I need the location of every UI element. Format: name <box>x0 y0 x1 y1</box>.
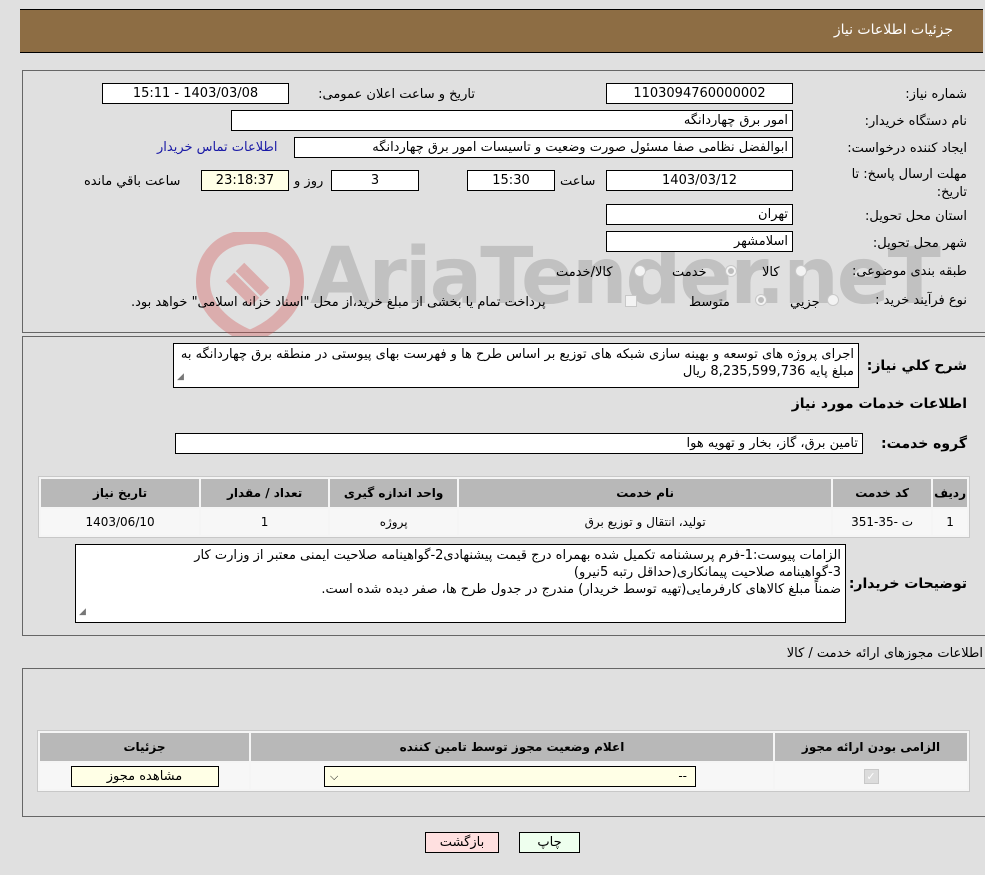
table-row: ✓ -- ⌵ مشاهده مجوز <box>40 763 967 789</box>
treasury-note: پرداخت تمام یا بخشی از مبلغ خرید،از محل … <box>131 295 546 310</box>
category-option-service: خدمت <box>672 265 707 280</box>
days-remaining-field: 3 <box>331 170 419 191</box>
category-option-goods: کالا <box>762 265 780 280</box>
services-table-header: ردیف کد خدمت نام خدمت واحد اندازه گیری ت… <box>41 479 967 507</box>
back-button[interactable]: بازگشت <box>425 832 499 853</box>
col-permit-required: الزامی بودن ارائه مجوز <box>775 733 967 761</box>
buyer-notes-textarea[interactable]: الزامات پیوست:1-فرم پرسشنامه تکمیل شده ب… <box>75 544 846 623</box>
category-label: طبقه بندی موضوعی: <box>851 264 967 279</box>
permits-table-header: الزامی بودن ارائه مجوز اعلام وضعیت مجوز … <box>40 733 967 761</box>
deadline-time-label: ساعت <box>560 174 596 189</box>
cell-quantity: 1 <box>201 509 329 535</box>
purchase-option-medium: متوسط <box>689 295 730 310</box>
buyer-notes-label: توضیحات خریدار: <box>848 576 967 592</box>
time-remaining-field: 23:18:37 <box>201 170 289 191</box>
chevron-down-icon: ⌵ <box>330 769 339 783</box>
category-radio-goods[interactable] <box>795 265 807 277</box>
page-header: جزئیات اطلاعات نیاز <box>20 9 983 53</box>
description-label: شرح کلي نیاز: <box>866 358 967 374</box>
view-permit-button[interactable]: مشاهده مجوز <box>70 765 219 787</box>
need-number-field: 1103094760000002 <box>606 83 793 104</box>
buyer-org-field: امور برق چهاردانگه <box>231 110 793 131</box>
deadline-date-field: 1403/03/12 <box>606 170 793 191</box>
col-service-code: کد خدمت <box>833 479 932 507</box>
col-service-name: نام خدمت <box>459 479 832 507</box>
requester-label: ایجاد کننده درخواست: <box>847 141 967 156</box>
buyer-notes-line-3: ضمناً مبلغ کالاهای کارفرمایی(تهیه توسط خ… <box>321 582 841 597</box>
purchase-type-label: نوع فرآیند خرید : <box>875 293 967 308</box>
permit-status-value: -- <box>678 768 687 783</box>
col-unit: واحد اندازه گیری <box>330 479 458 507</box>
services-table: ردیف کد خدمت نام خدمت واحد اندازه گیری ت… <box>38 476 970 538</box>
cell-service-code: ت -35-351 <box>833 509 932 535</box>
buyer-org-label: نام دستگاه خریدار: <box>864 114 967 129</box>
description-text: اجرای پروژه های توسعه و بهینه سازی شبکه … <box>180 347 854 379</box>
services-section-title: اطلاعات خدمات مورد نیاز <box>791 396 967 412</box>
time-remaining-label: ساعت باقي مانده <box>84 174 181 189</box>
cell-permit-required: ✓ <box>775 763 967 789</box>
city-label: شهر محل تحویل: <box>872 236 967 251</box>
buyer-notes-line-1: الزامات پیوست:1-فرم پرسشنامه تکمیل شده ب… <box>194 548 841 563</box>
cell-permit-details: مشاهده مجوز <box>40 763 249 789</box>
service-group-field: تامین برق، گاز، بخار و تهویه هوا <box>175 433 863 454</box>
permit-status-select[interactable]: -- ⌵ <box>324 765 696 787</box>
permits-section-title: اطلاعات مجوزهای ارائه خدمت / کالا <box>786 646 983 661</box>
deadline-time-field: 15:30 <box>467 170 555 191</box>
purchase-option-minor: جزيي <box>790 295 820 310</box>
resize-grip-icon[interactable]: ◢ <box>79 604 86 621</box>
purchase-radio-medium[interactable] <box>755 294 767 306</box>
category-option-goods-service: کالا/خدمت <box>556 265 613 280</box>
buyer-notes-line-2: 3-گواهینامه صلاحیت پیمانکاری(حداقل رتبه … <box>573 565 841 580</box>
page-title: جزئیات اطلاعات نیاز <box>833 22 953 38</box>
purchase-radio-minor[interactable] <box>827 294 839 306</box>
province-field: تهران <box>606 204 793 225</box>
category-radio-goods-service[interactable] <box>634 265 646 277</box>
requester-field: ابوالفضل نظامی صفا مسئول صورت وضعیت و تا… <box>294 137 793 158</box>
cell-service-name: تولید، انتقال و توزیع برق <box>459 509 832 535</box>
service-group-label: گروه خدمت: <box>881 436 967 452</box>
permits-table: الزامی بودن ارائه مجوز اعلام وضعیت مجوز … <box>37 730 970 792</box>
category-radio-service[interactable] <box>725 265 737 277</box>
cell-permit-status: -- ⌵ <box>251 763 773 789</box>
deadline-label: مهلت ارسال پاسخ: تا تاریخ: <box>851 167 967 200</box>
cell-row: 1 <box>933 509 967 535</box>
col-permit-details: جزئیات <box>40 733 249 761</box>
col-quantity: تعداد / مقدار <box>201 479 329 507</box>
permit-required-checkbox[interactable]: ✓ <box>863 768 879 784</box>
announce-datetime-label: تاریخ و ساعت اعلان عمومی: <box>318 87 475 102</box>
table-row: 1 ت -35-351 تولید، انتقال و توزیع برق پر… <box>41 509 967 535</box>
city-field: اسلامشهر <box>606 231 793 252</box>
print-button[interactable]: چاپ <box>519 832 580 853</box>
col-row: ردیف <box>933 479 967 507</box>
treasury-checkbox[interactable] <box>625 295 637 307</box>
cell-need-date: 1403/06/10 <box>41 509 200 535</box>
announce-datetime-field: 1403/03/08 - 15:11 <box>102 83 289 104</box>
col-need-date: تاریخ نیاز <box>41 479 200 507</box>
province-label: استان محل تحویل: <box>865 209 967 224</box>
cell-unit: پروژه <box>330 509 458 535</box>
buyer-contact-link[interactable]: اطلاعات تماس خریدار <box>157 140 277 155</box>
description-textarea[interactable]: اجرای پروژه های توسعه و بهینه سازی شبکه … <box>173 343 859 388</box>
need-number-label: شماره نیاز: <box>905 87 967 102</box>
col-permit-status: اعلام وضعیت مجوز توسط تامین کننده <box>251 733 773 761</box>
resize-grip-icon[interactable]: ◢ <box>177 369 184 386</box>
days-label: روز و <box>294 174 324 189</box>
